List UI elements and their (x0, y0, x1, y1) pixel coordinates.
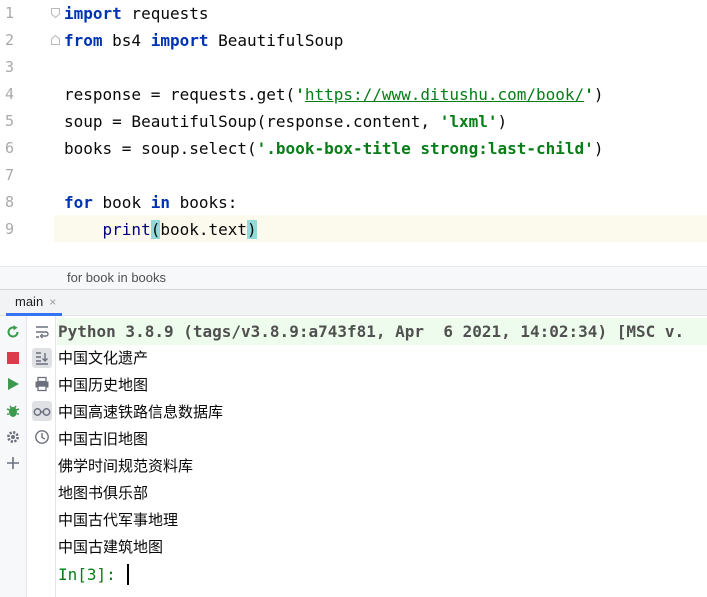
code-line[interactable]: from bs4 import BeautifulSoup (64, 27, 343, 54)
code-token: https://www.ditushu.com/book/ (304, 85, 585, 104)
fold-start-icon[interactable] (51, 8, 60, 18)
code-token: from (64, 31, 103, 50)
code-editor[interactable]: 123456789 import requests from bs4 import… (0, 0, 707, 266)
code-line[interactable]: response = requests.get('https://www.dit… (64, 81, 603, 108)
code-token: ) (497, 112, 508, 131)
line-number: 4 (5, 85, 15, 103)
tab-main-label: main (15, 294, 44, 309)
code-token: book (92, 193, 151, 212)
console-tab-bar: main × (0, 289, 707, 316)
soft-wrap-icon[interactable] (32, 322, 52, 342)
stop-icon[interactable] (3, 348, 23, 368)
code-token: print (102, 220, 151, 239)
line-number: 9 (5, 220, 15, 238)
line-number: 5 (5, 112, 15, 130)
code-token: soup = BeautifulSoup(response.content, (64, 112, 440, 131)
code-token: ) (593, 85, 604, 104)
code-token: bs4 (102, 31, 151, 50)
code-token: response = requests.get( (64, 85, 296, 104)
code-token: in (150, 193, 170, 212)
line-number: 7 (5, 166, 15, 184)
code-token: requests (121, 4, 209, 23)
settings-icon[interactable] (3, 427, 23, 447)
breadcrumb-item[interactable]: for book in books (67, 270, 166, 285)
output-line: 中国文化遗产 (58, 349, 149, 367)
debug-icon[interactable] (3, 401, 23, 421)
line-number: 2 (5, 31, 15, 49)
console-left-toolbar (0, 316, 27, 597)
console-banner: Python 3.8.9 (tags/v3.8.9:a743f81, Apr 6… (57, 318, 707, 345)
breadcrumb[interactable]: for book in books (0, 266, 707, 289)
code-token: books = soup.select( (64, 139, 257, 158)
close-icon[interactable]: × (49, 295, 56, 309)
text-cursor (127, 564, 129, 585)
code-token: ' (295, 85, 305, 104)
code-token: '.book-box-title strong:last-child' (256, 139, 594, 158)
output-line: 中国高速铁路信息数据库 (58, 403, 224, 421)
line-number: 8 (5, 193, 15, 211)
run-icon[interactable] (3, 374, 23, 394)
rerun-icon[interactable] (3, 322, 23, 342)
output-line: 中国古建筑地图 (58, 538, 164, 556)
output-line: 地图书俱乐部 (58, 484, 149, 502)
history-icon[interactable] (32, 427, 52, 447)
console-actions-toolbar (28, 316, 56, 597)
code-line[interactable]: import requests (64, 0, 209, 27)
line-number: 3 (5, 58, 15, 76)
code-token: ( (150, 220, 161, 239)
scroll-to-end-icon[interactable] (32, 348, 52, 368)
code-line[interactable]: books = soup.select('.book-box-title str… (64, 135, 603, 162)
code-token: ) (247, 220, 257, 239)
code-token: import (64, 4, 122, 23)
line-number: 1 (5, 4, 15, 22)
output-line: 中国历史地图 (58, 376, 149, 394)
code-line[interactable]: soup = BeautifulSoup(response.content, '… (64, 108, 507, 135)
show-variables-icon[interactable] (32, 401, 52, 421)
line-number: 6 (5, 139, 15, 157)
output-line: 中国古旧地图 (58, 430, 149, 448)
code-token: books: (169, 193, 238, 212)
code-token: 'lxml' (439, 112, 498, 131)
output-line: 佛学时间规范资料库 (58, 457, 194, 475)
code-line[interactable]: for book in books: (64, 189, 237, 216)
code-line[interactable]: print(book.text) (64, 216, 257, 243)
code-token: BeautifulSoup (208, 31, 344, 50)
output-line: 中国古代军事地理 (58, 511, 179, 529)
code-token: ) (593, 139, 604, 158)
fold-end-icon[interactable] (51, 35, 60, 45)
code-token: book.text (160, 220, 248, 239)
code-token: ' (584, 85, 594, 104)
code-token: for (64, 193, 93, 212)
tab-main[interactable]: main × (6, 290, 63, 316)
code-token: import (150, 31, 209, 50)
add-icon[interactable] (3, 453, 23, 473)
line-number-gutter[interactable]: 1 2 3 4 5 6 7 8 9 (0, 0, 54, 266)
print-icon[interactable] (32, 374, 52, 394)
console-prompt: In[3]: (58, 565, 126, 584)
python-console[interactable]: Python 3.8.9 (tags/v3.8.9:a743f81, Apr 6… (57, 316, 707, 597)
